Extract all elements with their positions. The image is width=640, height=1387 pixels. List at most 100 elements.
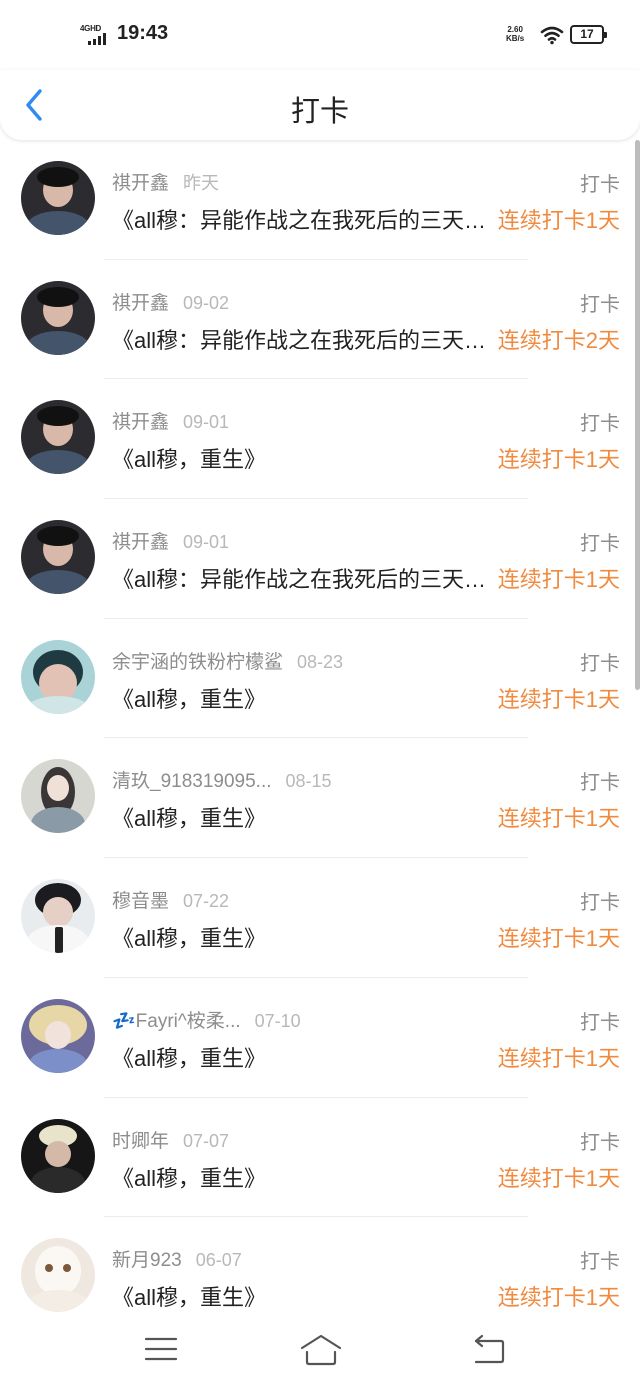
user-name-text: 祺开鑫 (112, 292, 170, 314)
user-name-text: 时卿年 (112, 1130, 170, 1152)
book-title[interactable]: 《all穆：异能作战之在我死后的三天（完结）》 (112, 323, 496, 355)
book-title[interactable]: 《all穆，重生》 (112, 801, 496, 833)
entry-date: 08-15 (285, 771, 332, 792)
checkin-label: 打卡 (580, 1251, 620, 1274)
entry-date: 06-07 (195, 1250, 242, 1271)
checkin-row[interactable]: 祺开鑫 09-01 《all穆：异能作战之在我死后的三天（完结）》 打卡 连续打卡… (0, 499, 640, 619)
network-speed-unit: KB/s (506, 34, 525, 43)
book-title[interactable]: 《all穆，重生》 (112, 921, 496, 953)
user-name[interactable]: 时卿年 07-07 (112, 1126, 229, 1153)
checkin-row[interactable]: 清玖_918319095... 08-15 《all穆，重生》 打卡 连续打卡1天 (0, 738, 640, 859)
user-name-text: 穆音墨 (112, 891, 170, 913)
streak-count: 连续打卡1天 (497, 567, 620, 593)
wifi-icon (540, 26, 564, 45)
entry-date: 09-01 (183, 412, 230, 433)
avatar[interactable] (21, 759, 95, 834)
avatar[interactable] (21, 520, 95, 595)
checkin-row[interactable]: 新月923 06-07 《all穆，重生》 打卡 连续打卡1天 (0, 1217, 640, 1318)
checkin-row[interactable]: 余宇涵的铁粉柠檬鲨 08-23 《all穆，重生》 打卡 连续打卡1天 (0, 619, 640, 739)
checkin-label: 打卡 (580, 772, 620, 795)
system-nav-bar (0, 1318, 640, 1387)
streak-count: 连续打卡1天 (497, 1285, 620, 1311)
entry-date: 07-10 (254, 1010, 301, 1031)
scrollbar[interactable] (635, 140, 640, 690)
streak-count: 连续打卡1天 (497, 1045, 620, 1071)
streak-count: 连续打卡1天 (497, 686, 620, 712)
network-type: 4GHD (80, 24, 102, 33)
checkin-label: 打卡 (580, 174, 620, 196)
checkin-row[interactable]: 💤Fayri^桉柔... 07-10 《all穆，重生》 打卡 连续打卡1天 (0, 978, 640, 1098)
avatar[interactable] (21, 639, 95, 714)
user-name-text: 祺开鑫 (112, 532, 170, 554)
book-title[interactable]: 《all穆，重生》 (112, 442, 496, 474)
menu-icon (144, 1337, 178, 1361)
home-button[interactable] (299, 1332, 343, 1368)
return-icon (474, 1334, 505, 1364)
streak-count: 连续打卡1天 (497, 447, 620, 473)
avatar[interactable] (21, 280, 95, 355)
user-name[interactable]: 祺开鑫 09-01 (112, 527, 229, 554)
book-title[interactable]: 《all穆，重生》 (112, 682, 496, 714)
user-name-text: 新月923 (112, 1250, 182, 1272)
checkin-row[interactable]: 祺开鑫 09-01 《all穆，重生》 打卡 连续打卡1天 (0, 379, 640, 500)
user-name-text: 余宇涵的铁粉柠檬鲨 (112, 651, 284, 673)
streak-count: 连续打卡1天 (497, 208, 620, 233)
user-name[interactable]: 新月923 06-07 (112, 1245, 242, 1272)
menu-button[interactable] (141, 1332, 181, 1368)
back-nav-button[interactable] (468, 1332, 508, 1368)
user-name[interactable]: 余宇涵的铁粉柠檬鲨 08-23 (112, 647, 343, 674)
status-bar: 4GHD 19:43 2.60 KB/s 17 (0, 0, 640, 70)
user-name[interactable]: 💤Fayri^桉柔... 07-10 (112, 1006, 301, 1033)
user-name-text: 祺开鑫 (112, 412, 170, 434)
book-title[interactable]: 《all穆：异能作战之在我死后的三天（完结）》 (112, 203, 496, 235)
streak-count: 连续打卡1天 (497, 926, 620, 952)
checkin-row[interactable]: 祺开鑫 09-02 《all穆：异能作战之在我死后的三天（完结）》 打卡 连续打卡… (0, 260, 640, 380)
entry-date: 09-01 (183, 532, 230, 553)
checkin-row[interactable]: 祺开鑫昨天 《all穆：异能作战之在我死后的三天（完结）》 打卡 连续打卡1天 (0, 140, 640, 260)
checkin-label: 打卡 (580, 892, 620, 915)
checkin-label: 打卡 (580, 1011, 620, 1034)
user-name[interactable]: 祺开鑫 09-02 (112, 288, 229, 315)
book-title[interactable]: 《all穆，重生》 (112, 1041, 496, 1073)
entry-date: 07-07 (183, 1130, 230, 1151)
user-name-text: 祺开鑫 (112, 173, 170, 194)
entry-date: 07-22 (183, 891, 230, 912)
user-name[interactable]: 祺开鑫 09-01 (112, 407, 229, 434)
checkin-label: 打卡 (580, 293, 620, 316)
user-name-text: 💤Fayri^桉柔... (112, 1010, 241, 1032)
avatar[interactable] (21, 400, 95, 475)
streak-count: 连续打卡1天 (497, 806, 620, 832)
book-title[interactable]: 《all穆，重生》 (112, 1161, 496, 1193)
user-name[interactable]: 穆音墨 07-22 (112, 886, 229, 913)
entry-date: 昨天 (183, 173, 220, 193)
avatar[interactable] (21, 1118, 95, 1193)
home-icon (300, 1334, 342, 1366)
book-title[interactable]: 《all穆：异能作战之在我死后的三天（完结）》 (112, 562, 496, 594)
battery-icon: 17 (570, 25, 607, 44)
clock: 19:43 (117, 22, 169, 44)
checkin-label: 打卡 (580, 413, 620, 436)
entry-date: 09-02 (183, 292, 230, 313)
avatar[interactable] (21, 998, 95, 1073)
streak-count: 连续打卡1天 (497, 1165, 620, 1191)
checkin-list: 祺开鑫昨天 《all穆：异能作战之在我死后的三天（完结）》 打卡 连续打卡1天 … (0, 140, 640, 1318)
battery-level: 17 (580, 27, 594, 41)
checkin-label: 打卡 (580, 533, 620, 556)
network-speed: 2.60 KB/s (506, 25, 524, 43)
checkin-label: 打卡 (580, 1131, 620, 1154)
book-title[interactable]: 《all穆，重生》 (112, 1280, 496, 1312)
network-speed-value: 2.60 (507, 25, 523, 34)
header: 打卡 (0, 70, 640, 140)
user-name[interactable]: 清玖_918319095... 08-15 (112, 766, 332, 793)
avatar[interactable] (21, 1238, 95, 1313)
page-title: 打卡 (290, 96, 349, 128)
cellular-signal-icon: 4GHD (80, 24, 110, 46)
avatar[interactable] (21, 161, 95, 235)
checkin-row[interactable]: 时卿年 07-07 《all穆，重生》 打卡 连续打卡1天 (0, 1098, 640, 1218)
checkin-row[interactable]: 穆音墨 07-22 《all穆，重生》 打卡 连续打卡1天 (0, 858, 640, 978)
entry-date: 08-23 (297, 651, 344, 672)
checkin-label: 打卡 (580, 652, 620, 675)
user-name-text: 清玖_918319095... (112, 771, 272, 793)
avatar[interactable] (21, 879, 95, 954)
user-name[interactable]: 祺开鑫 昨天 (112, 168, 219, 195)
